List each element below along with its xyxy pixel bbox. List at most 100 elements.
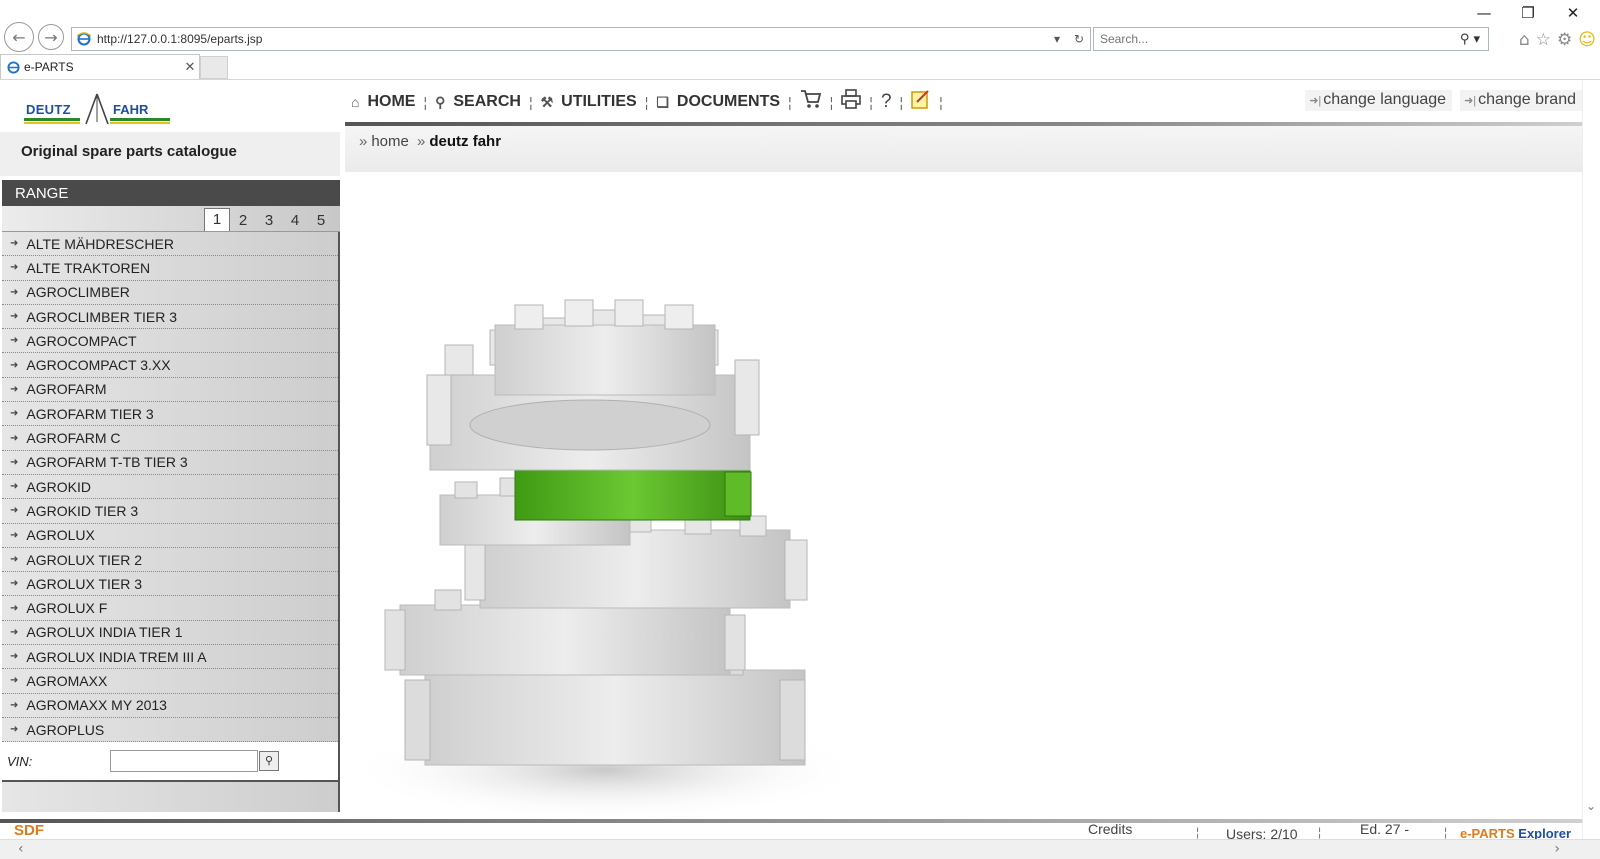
range-item[interactable]: ➜ AGROCLIMBER xyxy=(2,281,338,305)
address-dropdown-icon[interactable]: ▾ xyxy=(1046,32,1068,46)
range-page-4[interactable]: 4 xyxy=(282,210,308,231)
settings-gear-icon[interactable]: ⚙ xyxy=(1557,30,1572,50)
close-window-button[interactable]: ✕ xyxy=(1553,4,1593,22)
change-language-label: change language xyxy=(1323,91,1447,108)
range-item-label: AGROLUX INDIA TIER 1 xyxy=(26,624,183,641)
arrow-right-icon: ➜ xyxy=(10,554,19,565)
arrow-right-icon: ➜ xyxy=(10,262,19,274)
change-language-link[interactable]: ➜| change language xyxy=(1305,90,1453,111)
range-item-label: AGROFARM T-TB TIER 3 xyxy=(26,454,188,471)
logo-text-deutz: DEUTZ xyxy=(26,102,71,117)
address-bar[interactable]: http://127.0.0.1:8095/eparts.jsp ▾ ↻ xyxy=(71,27,1091,51)
search-magnifier-icon[interactable]: ⚲ ▾ xyxy=(1452,32,1488,47)
menu-home-label: HOME xyxy=(367,93,416,110)
range-item[interactable]: ➜ AGROPLUS xyxy=(2,718,338,743)
range-item[interactable]: ➜ AGROFARM T-TB TIER 3 xyxy=(2,451,338,475)
scroll-down-icon[interactable]: ⌄ xyxy=(1586,799,1596,813)
range-item[interactable]: ➜ AGROCLIMBER TIER 3 xyxy=(2,305,338,330)
browser-search-input[interactable] xyxy=(1094,32,1452,46)
browser-tab-eparts[interactable]: e-PARTS ✕ xyxy=(0,54,200,79)
range-item-label: AGROLUX F xyxy=(26,600,108,617)
arrow-right-icon: ➜ xyxy=(10,675,19,687)
new-tab-button[interactable] xyxy=(200,56,228,79)
arrow-right-icon: ➜ xyxy=(10,238,19,250)
range-item[interactable]: ➜ AGROFARM C xyxy=(2,426,338,451)
scroll-right-icon[interactable]: › xyxy=(1554,841,1560,857)
footer: SDF Credits ¦ Users: 2/10 ¦ Ed. 27 - ¦ e… xyxy=(0,821,1582,842)
arrow-right-icon: ➜ xyxy=(10,359,19,371)
forward-arrow-icon: → xyxy=(44,27,58,47)
breadcrumb-home[interactable]: home xyxy=(371,133,409,150)
range-page-2[interactable]: 2 xyxy=(230,210,256,231)
catalogue-subtitle: Original spare parts catalogue xyxy=(0,132,340,176)
range-page-3[interactable]: 3 xyxy=(256,210,282,231)
range-item-label: AGROCOMPACT 3.XX xyxy=(26,357,171,374)
print-icon[interactable] xyxy=(835,89,867,115)
credits-link[interactable]: Credits xyxy=(1088,821,1132,837)
horizontal-scrollbar[interactable]: ‹ › xyxy=(0,839,1600,859)
smiley-feedback-icon[interactable]: ☺ xyxy=(1578,30,1596,50)
refresh-icon[interactable]: ↻ xyxy=(1068,32,1090,46)
address-url[interactable]: http://127.0.0.1:8095/eparts.jsp xyxy=(97,32,1046,46)
arrow-right-icon: ➜ xyxy=(10,432,19,444)
range-item-label: ALTE TRAKTOREN xyxy=(26,259,151,276)
menu-documents[interactable]: ❏ DOCUMENTS xyxy=(650,93,786,111)
range-item[interactable]: ➜ AGROLUX TIER 3 xyxy=(2,572,338,597)
help-icon[interactable]: ? xyxy=(875,91,898,113)
forward-button[interactable]: → xyxy=(38,24,64,50)
range-item[interactable]: ➜ AGROLUX INDIA TREM III A xyxy=(2,645,338,670)
range-item-label: AGROKID xyxy=(26,478,91,495)
range-item[interactable]: ➜ AGROMAXX xyxy=(2,669,338,694)
footer-separator: ¦ xyxy=(1444,825,1448,839)
range-item[interactable]: ➜ AGROLUX TIER 2 xyxy=(2,548,338,573)
vertical-scrollbar[interactable]: ⌄ xyxy=(1582,80,1600,839)
arrow-right-icon: ➜ xyxy=(10,578,19,590)
home-icon[interactable]: ⌂ xyxy=(1519,30,1530,50)
range-item[interactable]: ➜ AGROLUX xyxy=(2,524,338,548)
tab-title: e-PARTS xyxy=(24,60,74,74)
range-item[interactable]: ➜ AGROFARM xyxy=(2,378,338,403)
favorites-star-icon[interactable]: ☆ xyxy=(1536,30,1551,50)
range-item[interactable]: ➜ AGROCOMPACT 3.XX xyxy=(2,353,338,378)
range-item-label: AGROLUX TIER 2 xyxy=(26,551,143,568)
range-item[interactable]: ➜ ALTE MÄHDRESCHER xyxy=(2,232,338,257)
range-item-label: AGROCOMPACT xyxy=(26,332,137,349)
range-item[interactable]: ➜ AGROMAXX MY 2013 xyxy=(2,694,338,718)
range-item[interactable]: ➜ AGROKID xyxy=(2,475,338,500)
menu-separator: ¦ xyxy=(423,94,428,110)
notes-icon[interactable] xyxy=(905,89,937,115)
back-button[interactable]: ← xyxy=(4,22,34,52)
arrow-right-icon: ➜ xyxy=(10,383,19,395)
range-item[interactable]: ➜ AGROFARM TIER 3 xyxy=(2,402,338,427)
scroll-left-icon[interactable]: ‹ xyxy=(18,841,24,857)
menu-separator: ¦ xyxy=(829,94,834,110)
range-page-1[interactable]: 1 xyxy=(204,208,230,231)
range-pager: 1 2 3 4 5 xyxy=(2,206,340,232)
top-menu: ⌂ HOME ¦ ⚲ SEARCH ¦ ⚒ UTILITIES ¦ ❏ DOCU… xyxy=(345,86,945,118)
range-item-label: ALTE MÄHDRESCHER xyxy=(26,235,174,252)
breadcrumb: » home » deutz fahr xyxy=(345,126,1582,172)
range-item[interactable]: ➜ AGROLUX F xyxy=(2,596,338,621)
restore-button[interactable]: ❐ xyxy=(1508,4,1548,22)
menu-home[interactable]: ⌂ HOME xyxy=(345,93,421,111)
menu-utilities[interactable]: ⚒ UTILITIES xyxy=(535,93,643,111)
menu-search[interactable]: ⚲ SEARCH xyxy=(429,93,527,111)
range-item[interactable]: ➜ AGROKID TIER 3 xyxy=(2,499,338,524)
change-brand-link[interactable]: ➜| change brand xyxy=(1460,90,1582,111)
vin-input[interactable] xyxy=(110,750,258,772)
range-page-5[interactable]: 5 xyxy=(308,210,334,231)
range-list: ➜ ALTE MÄHDRESCHER ➜ ALTE TRAKTOREN ➜ AGROC… xyxy=(2,232,340,812)
range-item[interactable]: ➜ AGROLUX INDIA TIER 1 xyxy=(2,621,338,646)
browser-search-box[interactable]: ⚲ ▾ xyxy=(1093,27,1489,51)
arrow-right-icon: ➜ xyxy=(10,335,19,347)
range-item[interactable]: ➜ AGROCOMPACT xyxy=(2,329,338,354)
cart-icon[interactable] xyxy=(794,89,828,115)
logo-bar xyxy=(24,122,80,124)
range-item-label: AGROFARM C xyxy=(26,430,121,447)
tab-close-icon[interactable]: ✕ xyxy=(181,59,199,75)
arrow-right-icon: ➜ xyxy=(10,311,19,323)
menu-search-label: SEARCH xyxy=(453,93,521,110)
vin-search-button[interactable]: ⚲ xyxy=(259,751,279,771)
minimize-button[interactable]: — xyxy=(1464,4,1504,22)
range-item[interactable]: ➜ ALTE TRAKTOREN xyxy=(2,256,338,281)
